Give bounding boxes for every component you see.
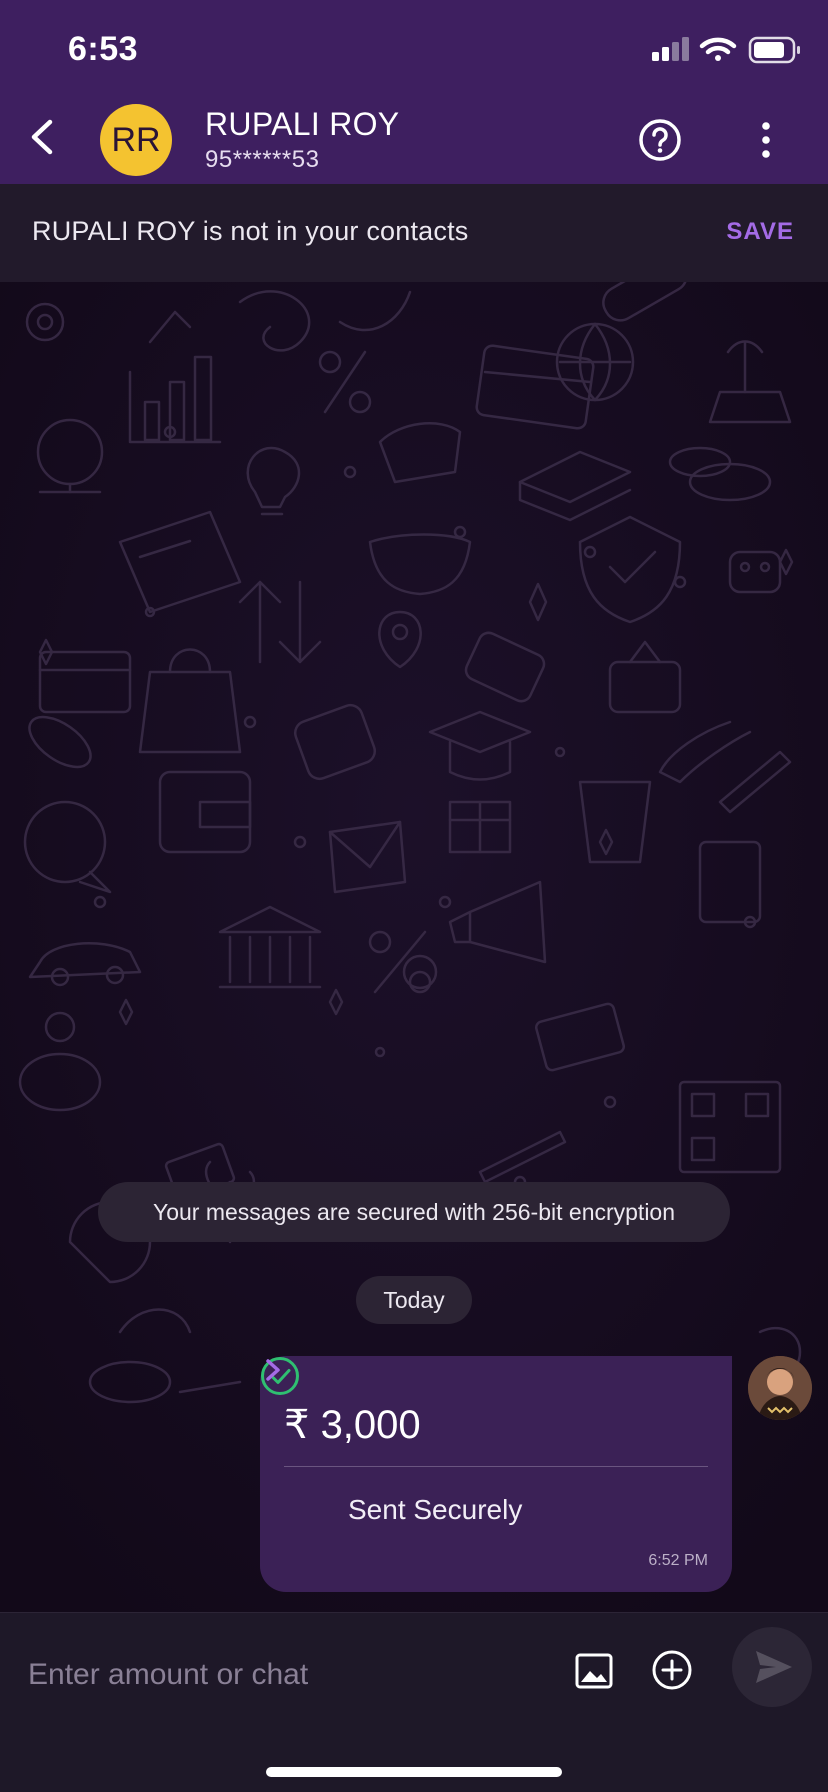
screen: 6:53 RR RUPALI ROY 95******53 RUPALI ROY…	[0, 0, 828, 1792]
encryption-notice: Your messages are secured with 256-bit e…	[98, 1182, 730, 1242]
status-bar: 6:53	[0, 0, 828, 96]
banner-text: RUPALI ROY is not in your contacts	[32, 216, 469, 246]
add-circle-icon	[652, 1650, 692, 1690]
more-options-button[interactable]	[746, 116, 786, 164]
payment-amount: ₹ 3,000	[284, 1403, 421, 1447]
battery-icon	[748, 36, 800, 64]
wifi-icon	[699, 37, 737, 61]
send-icon	[756, 1651, 792, 1683]
more-vertical-icon	[762, 122, 770, 158]
add-attachment-button[interactable]	[651, 1649, 693, 1691]
sender-avatar[interactable]	[748, 1356, 812, 1420]
message-time: 6:52 PM	[648, 1552, 708, 1569]
payment-message-card[interactable]: ₹ 3,000 Sent Securely 6:52 PM	[260, 1356, 732, 1592]
chat-input[interactable]	[28, 1649, 528, 1701]
save-contact-button[interactable]: SAVE	[726, 218, 794, 246]
bubble-divider	[284, 1466, 708, 1467]
message-composer	[0, 1612, 828, 1792]
help-button[interactable]	[636, 116, 684, 164]
chat-header: RR RUPALI ROY 95******53	[0, 96, 828, 184]
contact-name[interactable]: RUPALI ROY	[205, 106, 399, 143]
send-button[interactable]	[732, 1627, 812, 1707]
contact-avatar[interactable]: RR	[100, 104, 172, 176]
status-icons	[628, 0, 828, 96]
gallery-icon	[575, 1653, 613, 1689]
signal-icon	[652, 37, 689, 61]
chat-area[interactable]: Your messages are secured with 256-bit e…	[0, 282, 828, 1612]
back-button[interactable]	[20, 112, 70, 162]
contact-phone: 95******53	[205, 146, 320, 173]
date-separator: Today	[356, 1276, 472, 1324]
status-time: 6:53	[68, 30, 139, 68]
payment-status: Sent Securely	[348, 1494, 523, 1525]
back-arrow-icon	[31, 119, 53, 155]
help-icon	[639, 119, 681, 161]
gallery-button[interactable]	[574, 1651, 614, 1691]
not-in-contacts-banner: RUPALI ROY is not in your contacts SAVE	[0, 184, 828, 282]
home-indicator	[266, 1767, 562, 1777]
chevron-right-icon[interactable]	[260, 1356, 286, 1384]
